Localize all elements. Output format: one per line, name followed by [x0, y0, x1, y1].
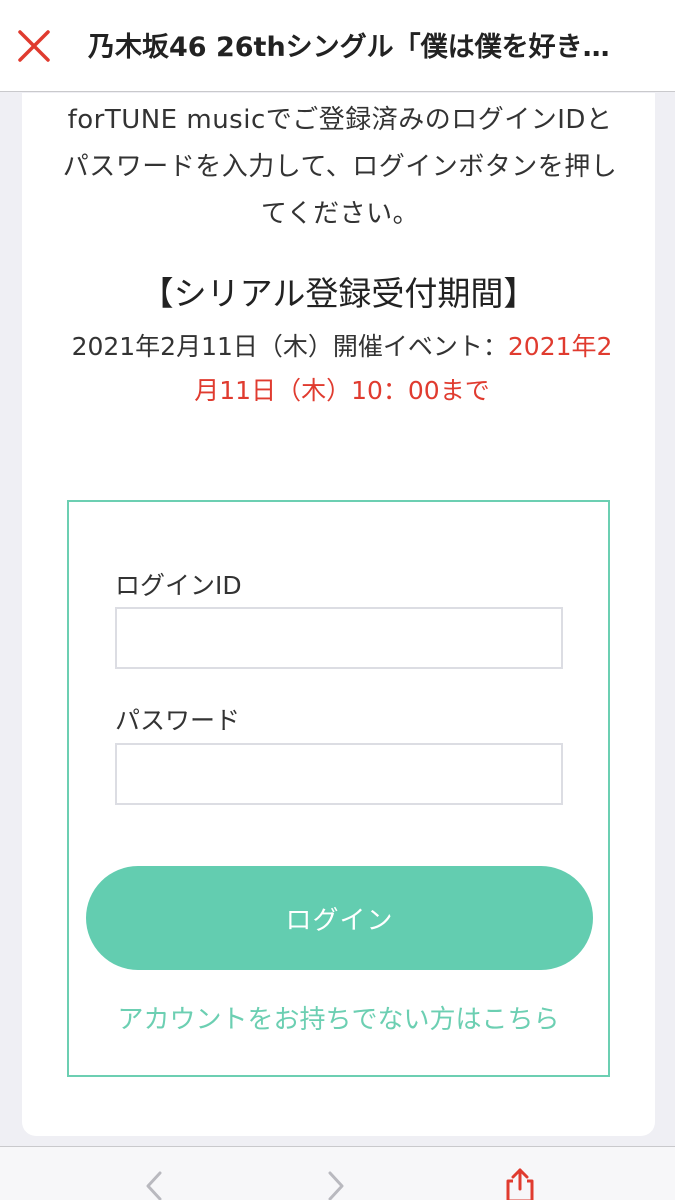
close-icon[interactable]: [14, 26, 54, 66]
bottom-toolbar: [0, 1146, 675, 1200]
registration-period-text: 2021年2月11日（木）開催イベント：2021年2月11日（木）10：00まで: [62, 325, 622, 413]
chevron-right-icon[interactable]: [320, 1171, 350, 1200]
chevron-left-icon[interactable]: [140, 1171, 170, 1200]
intro-text: forTUNE musicでご登録済みのログインIDとパスワードを入力して、ログ…: [62, 105, 618, 229]
top-bar: 乃木坂46 26thシングル「僕は僕を好き…: [0, 0, 675, 92]
period-prefix: 2021年2月11日（木）開催イベント：: [71, 332, 508, 361]
page-title: 乃木坂46 26thシングル「僕は僕を好き…: [88, 32, 610, 63]
login-id-label: ログインID: [115, 571, 242, 600]
password-input[interactable]: [115, 743, 563, 805]
login-button[interactable]: ログイン: [86, 866, 593, 970]
password-label: パスワード: [115, 706, 241, 735]
content-card: forTUNE musicでご登録済みのログインIDとパスワードを入力して、ログ…: [22, 93, 655, 1136]
registration-period-title: 【シリアル登録受付期間】: [140, 274, 537, 313]
share-icon[interactable]: [500, 1167, 540, 1200]
signup-link[interactable]: アカウントをお持ちでない方はこちら: [69, 1002, 608, 1038]
login-id-input[interactable]: [115, 607, 563, 669]
login-form: ログインID パスワード ログイン アカウントをお持ちでない方はこちら: [67, 500, 610, 1077]
